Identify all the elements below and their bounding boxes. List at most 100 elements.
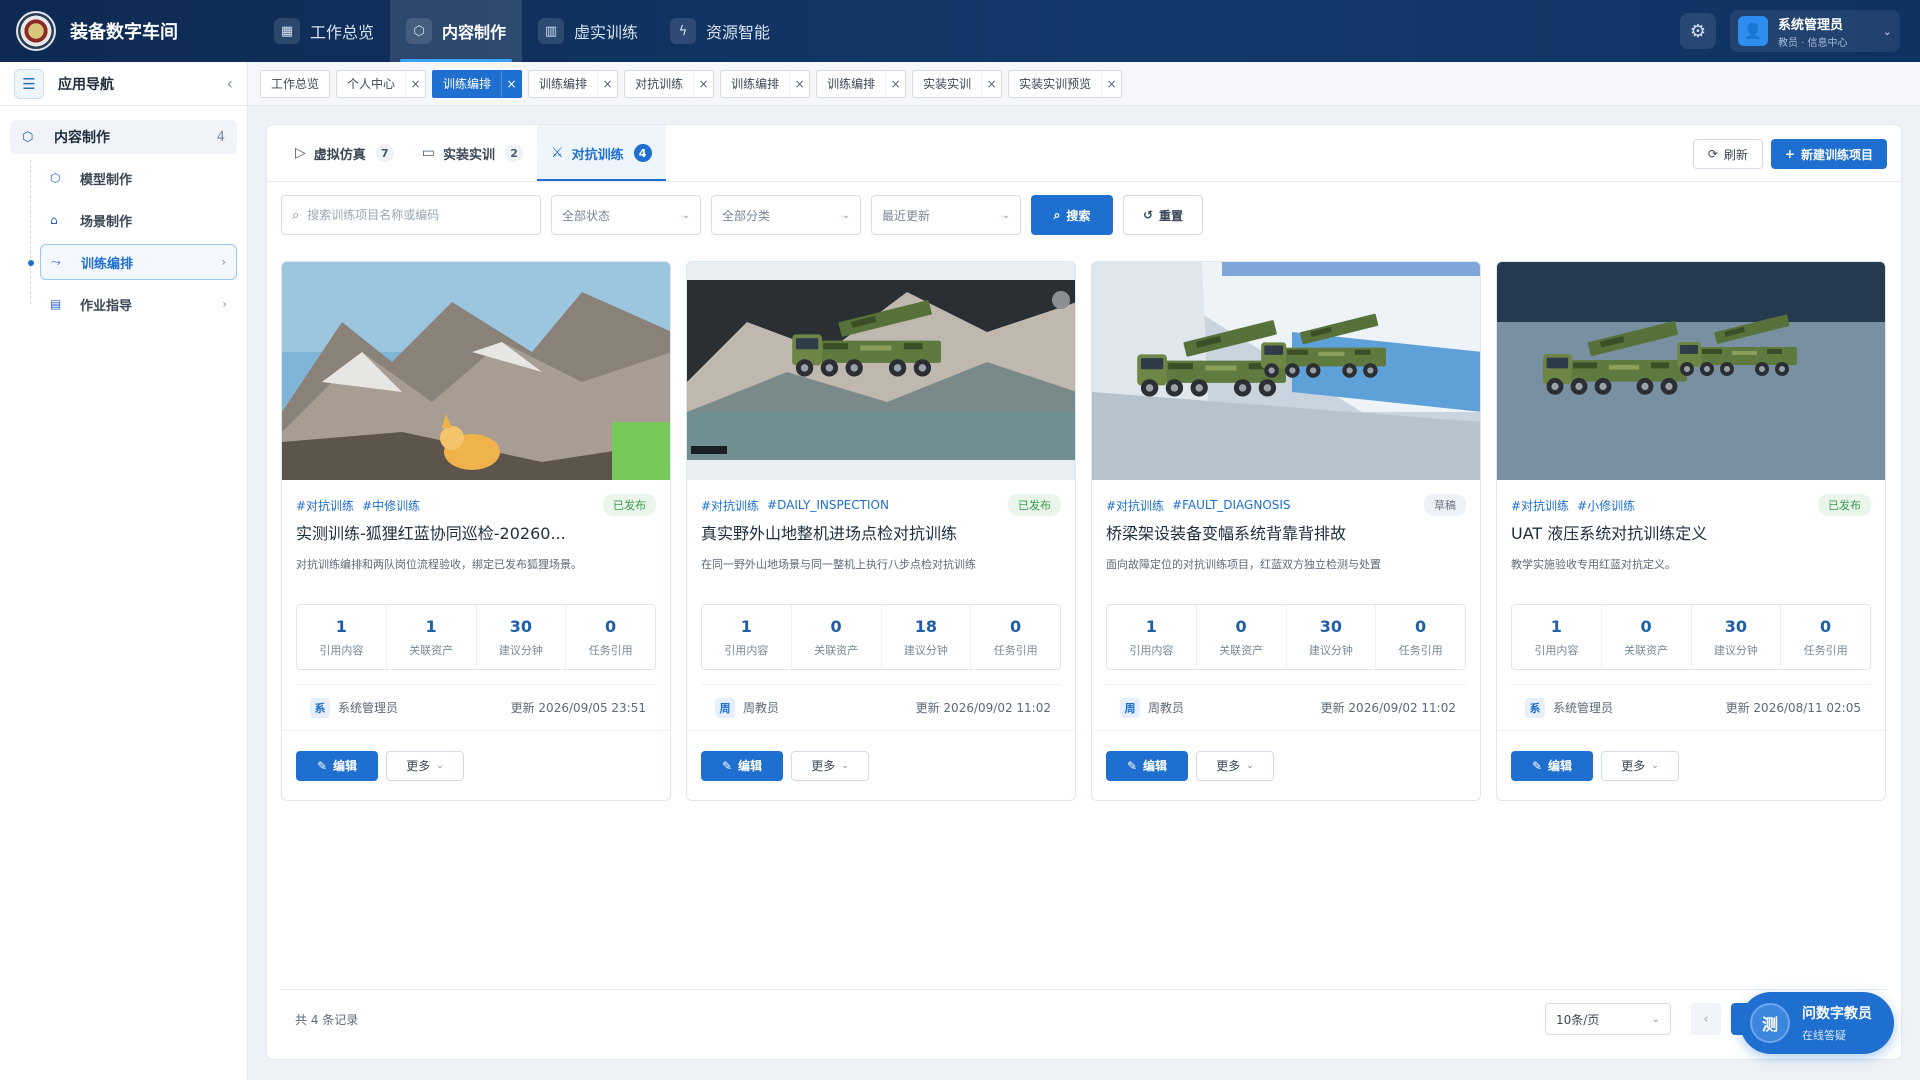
user-menu[interactable]: 👤 系统管理员 教员 · 信息中心 ⌄ <box>1730 10 1900 52</box>
edit-icon: ✎ <box>1126 758 1138 773</box>
subtab-2[interactable]: ⚔ 对抗训练 4 <box>537 125 666 181</box>
sidebar-tree: ⬡ 模型制作 ⌂ 场景制作 ⤳ 训练编排 › ▤ 作业指导 › <box>28 160 247 322</box>
tab-4[interactable]: 对抗训练 × <box>624 69 715 98</box>
tab-0[interactable]: 工作总览 <box>260 69 331 98</box>
card-tag[interactable]: #对抗训练 <box>701 497 759 514</box>
more-button[interactable]: 更多 ⌄ <box>386 750 464 781</box>
card-title[interactable]: 桥梁架设装备变幅系统背靠背排故 <box>1106 520 1466 544</box>
card-tag[interactable]: #FAULT_DIAGNOSIS <box>1172 498 1290 512</box>
topnav-label: 资源智能 <box>706 23 771 42</box>
training-card[interactable]: #对抗训练 #FAULT_DIAGNOSIS 草稿 桥梁架设装备变幅系统背靠背排故 面向… <box>1091 261 1481 801</box>
card-tag[interactable]: #中修训练 <box>362 497 420 514</box>
stat-value: 0 <box>605 616 617 636</box>
card-title[interactable]: 实测训练-狐狸红蓝协同巡检-20260... <box>296 520 656 544</box>
top-nav: ▦ 工作总览 ⬡ 内容制作 ▥ 虚实训练 ϟ 资源智能 <box>258 0 786 62</box>
more-button[interactable]: 更多 ⌄ <box>1196 750 1274 781</box>
category-select[interactable]: 全部分类 ⌄ <box>711 195 861 235</box>
card-description: 对抗训练编排和两队岗位流程验收，绑定已发布狐狸场景。 <box>296 558 582 571</box>
edit-button[interactable]: ✎ 编辑 <box>1106 750 1188 781</box>
status-select[interactable]: 全部状态 ⌄ <box>551 195 701 235</box>
edit-button[interactable]: ✎ 编辑 <box>1511 750 1593 781</box>
sidebar: ☰ 应用导航 ‹ ⬡ 内容制作 4 ⬡ 模型制作 ⌂ 场景制作 ⤳ 训练编排 › ▤ 作业指导 › <box>0 62 248 1080</box>
search-input[interactable] <box>307 208 508 222</box>
reset-button[interactable]: ↺ 重置 <box>1123 195 1203 235</box>
stat-label: 引用内容 <box>1534 643 1579 657</box>
tab-7[interactable]: 实装实训 × <box>912 69 1003 98</box>
training-card[interactable]: #对抗训练 #小修训练 已发布 UAT 液压系统对抗训练定义 教学实施验收专用红蓝对抗定… <box>1496 261 1886 801</box>
author-name: 周教员 <box>1148 701 1185 715</box>
card-meta: 周周教员 更新 2026/09/02 11:02 <box>1106 684 1466 730</box>
stat-cell: 0 关联资产 <box>792 605 882 669</box>
card-stats: 1 引用内容 0 关联资产 30 建议分钟 0 任务引用 <box>1106 604 1466 670</box>
sidebar-item-2[interactable]: ⤳ 训练编排 › <box>28 244 237 280</box>
more-button[interactable]: 更多 ⌄ <box>791 750 869 781</box>
card-thumbnail[interactable] <box>687 262 1075 480</box>
card-thumbnail[interactable] <box>1092 262 1480 480</box>
subtab-0[interactable]: ▷ 虚拟仿真 7 <box>281 125 408 181</box>
tab-5[interactable]: 训练编排 × <box>720 69 811 98</box>
edit-label: 编辑 <box>333 759 358 773</box>
close-icon[interactable]: × <box>597 70 617 97</box>
refresh-button[interactable]: ⟳ 刷新 <box>1692 139 1763 169</box>
topnav-item-2[interactable]: ▥ 虚实训练 <box>522 0 654 62</box>
topnav-item-0[interactable]: ▦ 工作总览 <box>258 0 390 62</box>
card-thumbnail[interactable] <box>282 262 670 480</box>
create-training-button[interactable]: + 新建训练项目 <box>1770 139 1887 169</box>
card-thumbnail[interactable] <box>1497 262 1885 480</box>
topnav-item-3[interactable]: ϟ 资源智能 <box>654 0 786 62</box>
close-icon[interactable]: × <box>693 70 713 97</box>
sidebar-item-0[interactable]: ⬡ 模型制作 <box>40 160 237 196</box>
sidebar-group-content[interactable]: ⬡ 内容制作 4 <box>10 120 237 154</box>
more-label: 更多 <box>1216 759 1241 773</box>
tab-3[interactable]: 训练编排 × <box>528 69 619 98</box>
card-stats: 1 引用内容 0 关联资产 18 建议分钟 0 任务引用 <box>701 604 1061 670</box>
search-button[interactable]: ⌕ 搜索 <box>1031 195 1113 235</box>
close-icon[interactable]: × <box>1101 70 1121 97</box>
edit-button[interactable]: ✎ 编辑 <box>296 750 378 781</box>
tab-6[interactable]: 训练编排 × <box>816 69 907 98</box>
tab-label: 实装实训预览 <box>1019 77 1092 91</box>
settings-gear-icon[interactable]: ⚙ <box>1680 13 1716 49</box>
book-icon: ▥ <box>538 18 565 44</box>
page-size-select[interactable]: 10条/页 ⌄ <box>1545 1003 1671 1035</box>
updated-time: 更新 2026/08/11 02:05 <box>1725 701 1861 715</box>
tab-8[interactable]: 实装实训预览 × <box>1008 69 1123 98</box>
chevron-down-icon: ⌄ <box>436 760 444 771</box>
edit-button[interactable]: ✎ 编辑 <box>701 750 783 781</box>
card-stats: 1 引用内容 1 关联资产 30 建议分钟 0 任务引用 <box>296 604 656 670</box>
tab-label: 训练编排 <box>539 77 588 91</box>
close-icon[interactable]: × <box>405 70 425 97</box>
close-icon[interactable]: × <box>501 70 521 97</box>
card-tag[interactable]: #对抗训练 <box>296 497 354 514</box>
card-title[interactable]: UAT 液压系统对抗训练定义 <box>1511 520 1871 544</box>
assistant-button[interactable]: 测 问数字教员 在线答疑 <box>1740 992 1894 1054</box>
training-card[interactable]: #对抗训练 #DAILY_INSPECTION 已发布 真实野外山地整机进场点检对抗训… <box>686 261 1076 801</box>
sidebar-item-1[interactable]: ⌂ 场景制作 <box>40 202 237 238</box>
topnav-item-1[interactable]: ⬡ 内容制作 <box>390 0 523 62</box>
status-select-value: 全部状态 <box>562 208 611 223</box>
stat-cell: 0 任务引用 <box>566 605 655 669</box>
edit-icon: ✎ <box>316 758 328 773</box>
card-stats: 1 引用内容 0 关联资产 30 建议分钟 0 任务引用 <box>1511 604 1871 670</box>
subtab-1[interactable]: ▭ 实装实训 2 <box>408 125 537 181</box>
card-title[interactable]: 真实野外山地整机进场点检对抗训练 <box>701 520 1061 544</box>
card-tag[interactable]: #DAILY_INSPECTION <box>767 498 889 512</box>
close-icon[interactable]: × <box>789 70 809 97</box>
more-button[interactable]: 更多 ⌄ <box>1601 750 1679 781</box>
sort-select[interactable]: 最近更新 ⌄ <box>871 195 1021 235</box>
collapse-sidebar-icon[interactable]: ‹ <box>227 74 233 93</box>
sidebar-item-3[interactable]: ▤ 作业指导 › <box>40 286 237 322</box>
close-icon[interactable]: × <box>981 70 1001 97</box>
card-tag[interactable]: #对抗训练 <box>1106 497 1164 514</box>
prev-page-icon[interactable]: ‹ <box>1691 1003 1721 1035</box>
close-icon[interactable]: × <box>885 70 905 97</box>
tab-2[interactable]: 训练编排 × <box>432 69 523 98</box>
tab-1[interactable]: 个人中心 × <box>336 69 427 98</box>
search-field[interactable]: ⌕ <box>281 195 541 235</box>
page-tabs: 工作总览 个人中心 × 训练编排 × 训练编排 × 对抗训练 × 训练编排 × 训练编排 × 实装实训 × 实… <box>248 62 1920 106</box>
menu-icon[interactable]: ☰ <box>14 68 44 99</box>
card-tag[interactable]: #小修训练 <box>1577 497 1635 514</box>
training-card[interactable]: #对抗训练 #中修训练 已发布 实测训练-狐狸红蓝协同巡检-20260... 对抗训练编… <box>281 261 671 801</box>
card-tag[interactable]: #对抗训练 <box>1511 497 1569 514</box>
document-icon: ▤ <box>50 297 62 311</box>
